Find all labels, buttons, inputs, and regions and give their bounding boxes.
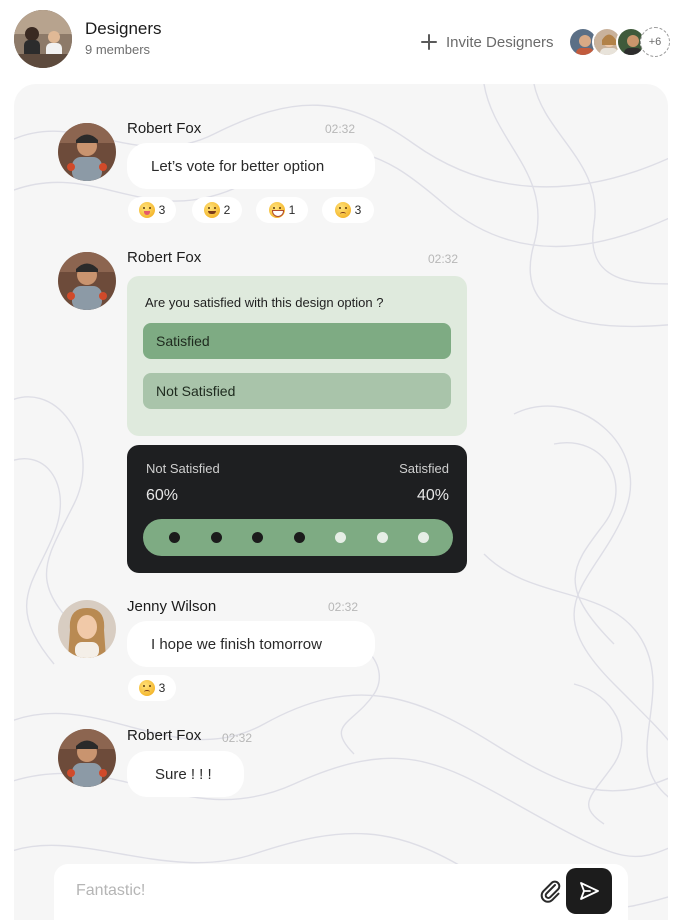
reaction-count: 3 (158, 681, 166, 695)
avatar-robert-fox[interactable] (58, 123, 116, 181)
plus-icon (420, 33, 438, 51)
result-dot (376, 532, 388, 543)
reaction-chip[interactable]: 1 (256, 197, 308, 223)
result-left-value: 60% (146, 487, 179, 504)
message-composer (54, 864, 628, 920)
message-bubble[interactable]: I hope we finish tomorrow (127, 621, 375, 667)
reaction-count: 3 (158, 203, 166, 217)
reaction-chip[interactable]: 3 (322, 197, 374, 223)
message-time: 02:32 (328, 600, 359, 614)
message-bubble[interactable]: Sure ! ! ! (127, 751, 244, 797)
more-members-badge[interactable]: +6 (640, 27, 670, 57)
avatar-jenny-wilson[interactable] (58, 600, 116, 658)
poll-option-not-satisfied[interactable]: Not Satisfied (143, 373, 451, 409)
laugh-emoji-icon (268, 202, 285, 218)
result-dot (335, 532, 346, 543)
message-author: Robert Fox (127, 249, 202, 266)
result-dot (252, 532, 263, 543)
avatar-robert-fox[interactable] (58, 729, 116, 787)
result-dot (293, 532, 305, 543)
reaction-chip[interactable]: 2 (192, 197, 242, 223)
reaction-count: 3 (354, 203, 362, 217)
reaction-count: 1 (288, 203, 296, 217)
message-author: Robert Fox (127, 727, 202, 744)
result-dot (169, 532, 180, 543)
message-time: 02:32 (222, 731, 253, 745)
chat-header: Designers 9 members Invite Designers +6 (0, 0, 700, 84)
tongue-emoji-icon (138, 202, 155, 218)
group-title: Designers (85, 19, 162, 38)
reaction-chip[interactable]: 3 (128, 675, 176, 701)
sad-emoji-icon (138, 680, 155, 696)
member-count: 9 members (85, 42, 151, 57)
poll-card: Are you satisfied with this design optio… (127, 276, 467, 436)
message-bubble[interactable]: Let’s vote for better option (127, 143, 375, 189)
chat-panel: Robert Fox 02:32 Let’s vote for better o… (14, 84, 668, 920)
message-time: 02:32 (428, 252, 459, 266)
message-author: Jenny Wilson (127, 598, 217, 615)
group-avatar[interactable] (14, 10, 72, 68)
result-left-label: Not Satisfied (146, 461, 220, 476)
reaction-chip[interactable]: 3 (128, 197, 176, 223)
message-time: 02:32 (325, 122, 356, 136)
message-input[interactable] (76, 876, 496, 906)
result-right-value: 40% (416, 487, 449, 504)
sad-emoji-icon (334, 202, 351, 218)
poll-results-card: Not Satisfied Satisfied 60% 40% (127, 445, 467, 573)
send-icon (580, 882, 599, 900)
poll-question: Are you satisfied with this design optio… (145, 295, 384, 310)
grin-emoji-icon (203, 202, 220, 218)
paperclip-icon[interactable] (536, 877, 564, 905)
reaction-count: 2 (223, 203, 231, 217)
message-author: Robert Fox (127, 120, 202, 137)
invite-designers-button[interactable]: Invite Designers (420, 30, 554, 54)
send-button[interactable] (566, 868, 612, 914)
result-dot (418, 532, 429, 543)
poll-option-satisfied[interactable]: Satisfied (143, 323, 451, 359)
result-right-label: Satisfied (399, 461, 449, 476)
invite-label: Invite Designers (446, 33, 554, 51)
result-dot-track (143, 519, 453, 556)
avatar-robert-fox[interactable] (58, 252, 116, 310)
result-dot (210, 532, 222, 543)
